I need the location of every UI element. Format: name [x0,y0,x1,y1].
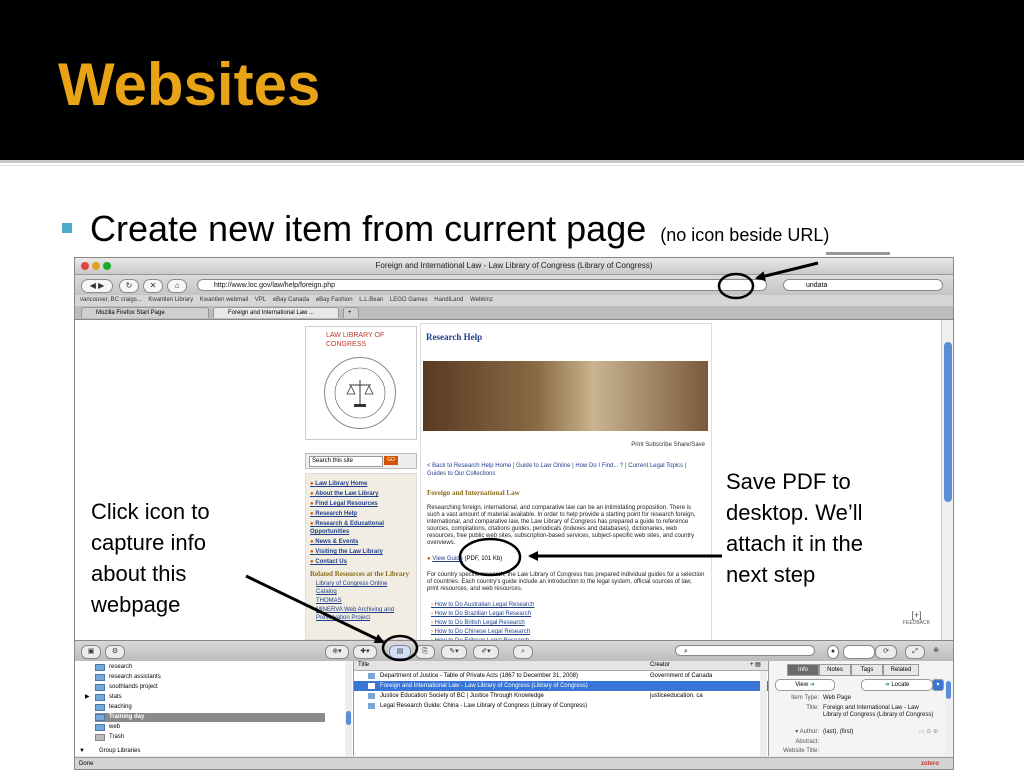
url-circle-annotation [717,272,755,300]
grey-underline [826,252,890,255]
icon-circle-annotation [381,634,419,662]
pdf-circle-annotation [458,537,522,577]
icon-arrow-annotation [245,574,385,644]
annotation-overlay [245,252,890,662]
url-arrow-annotation [755,261,819,281]
